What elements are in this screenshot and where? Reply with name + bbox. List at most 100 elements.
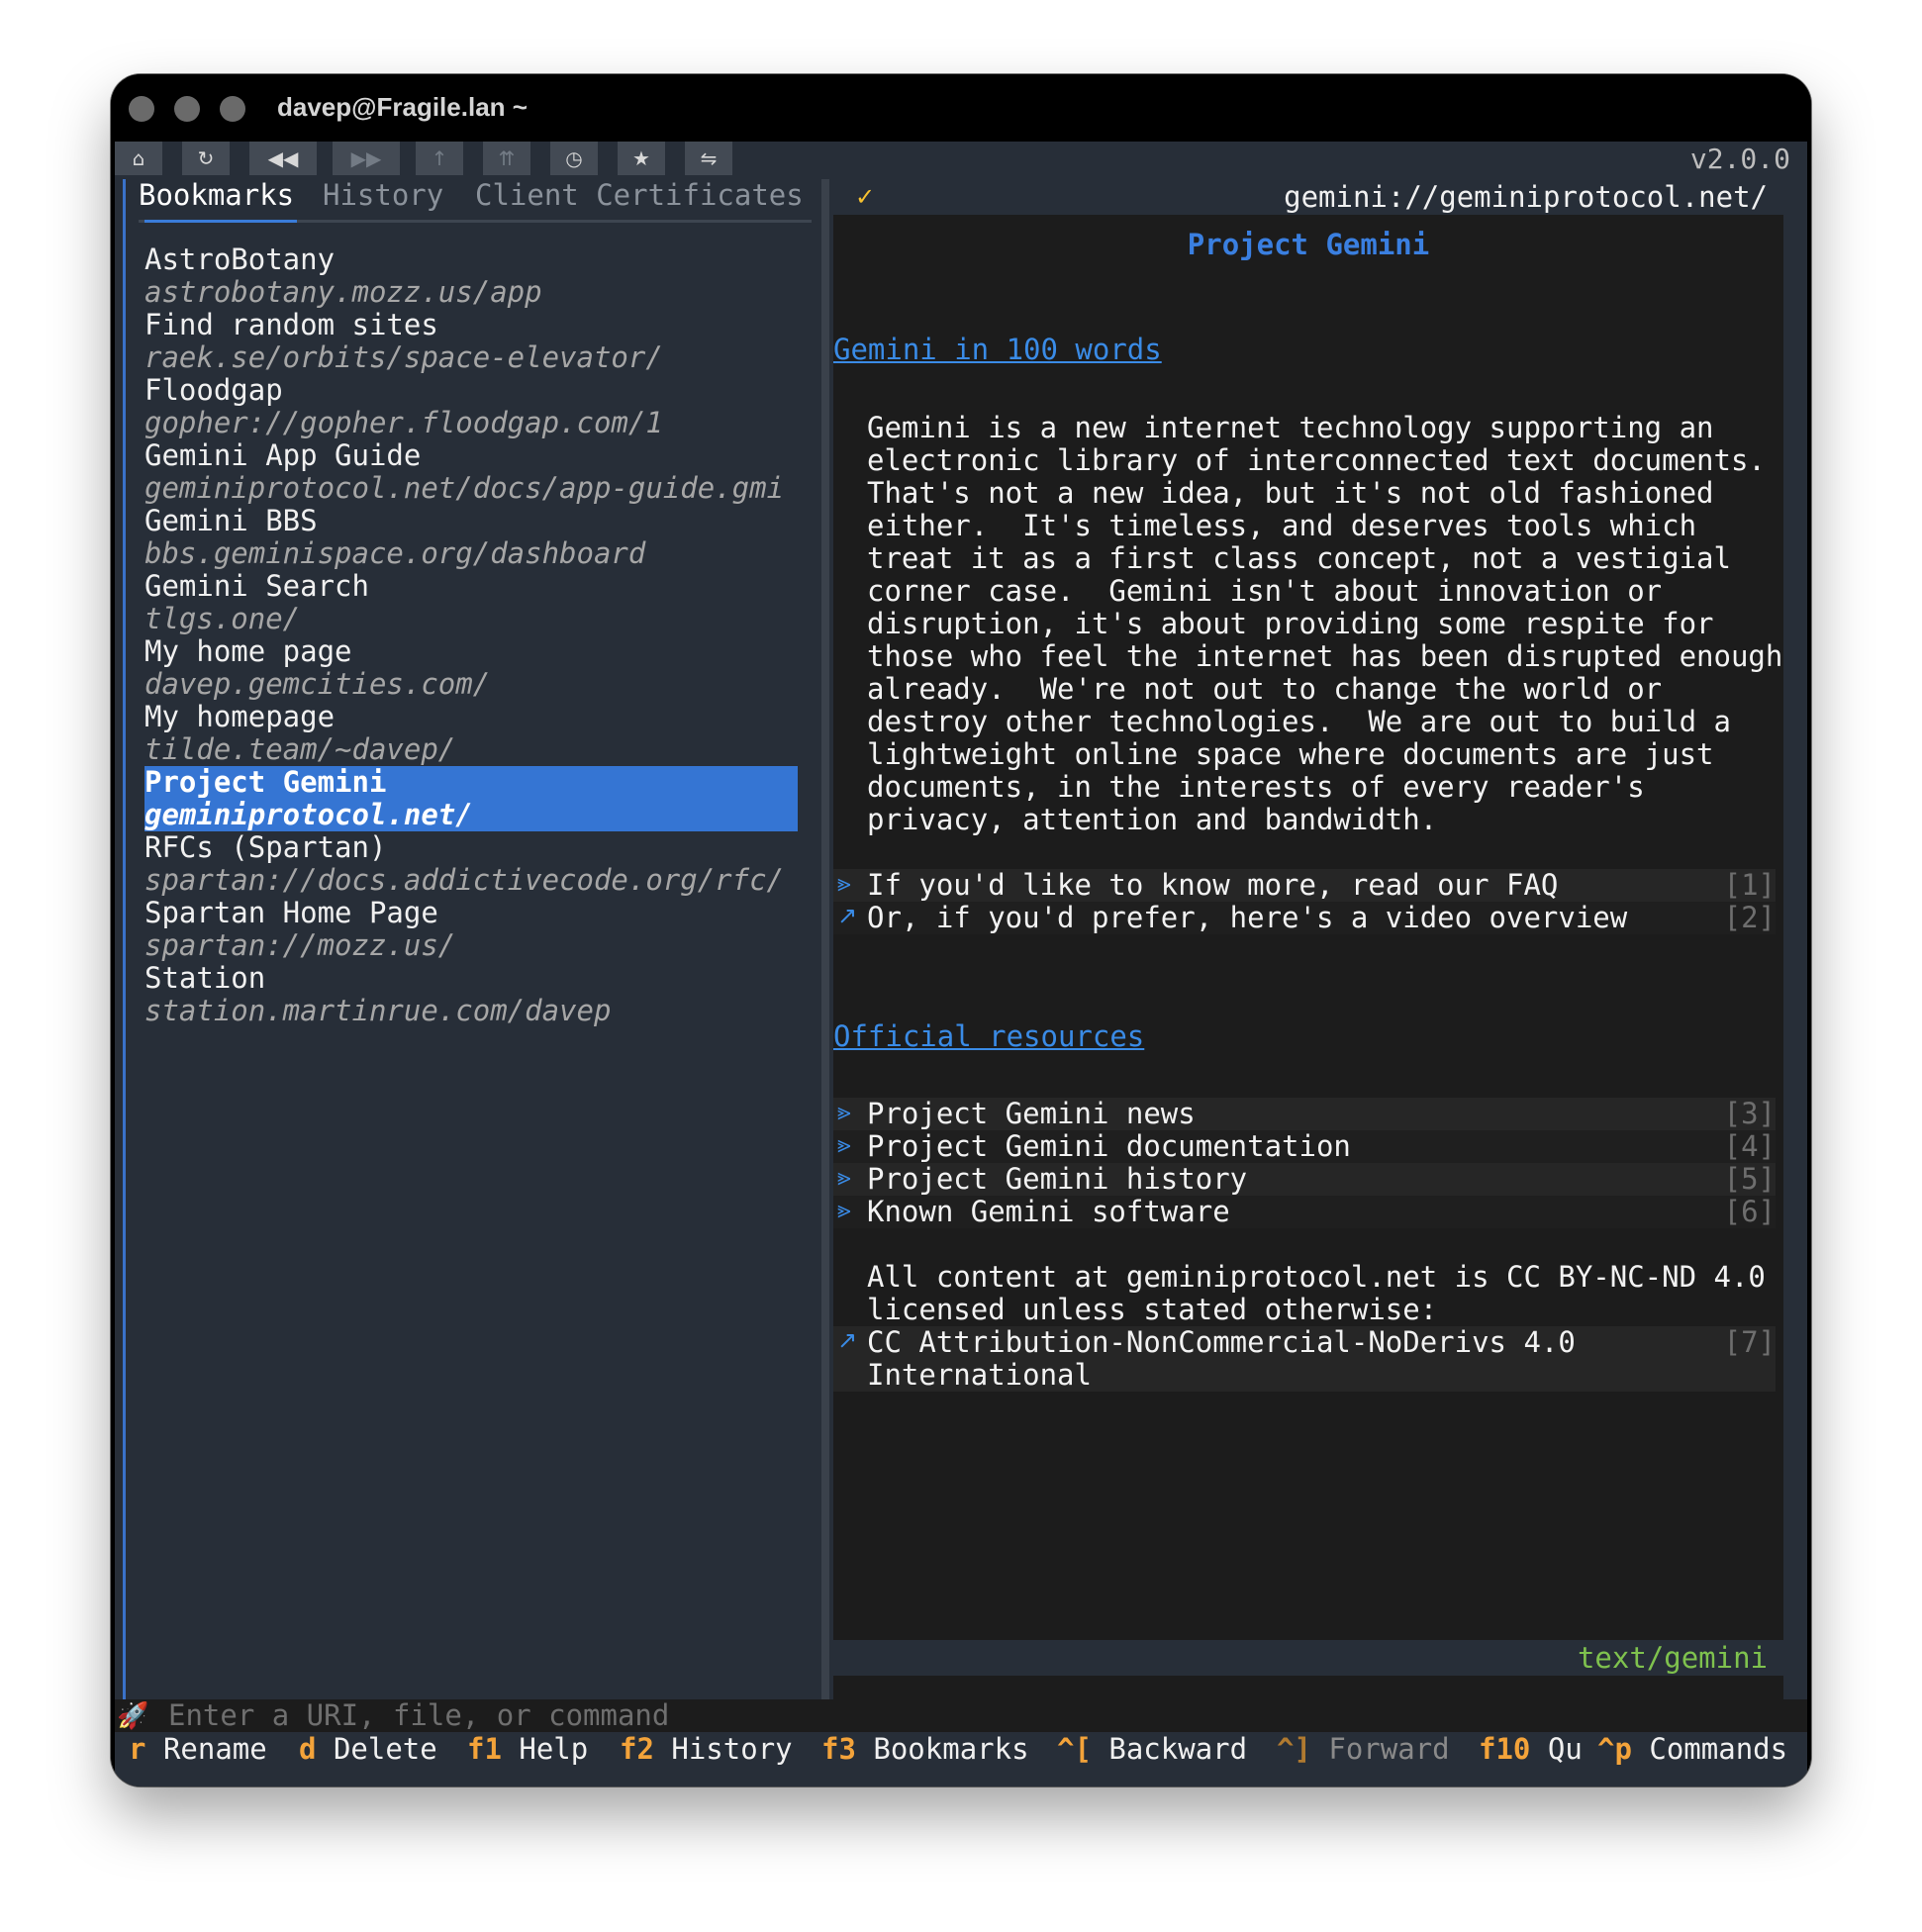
page-title: Project Gemini	[1187, 228, 1430, 261]
link-row[interactable]: ⪢ Known Gemini software [6]	[833, 1196, 1776, 1228]
footer-key-help[interactable]: f1 Help	[467, 1732, 588, 1767]
section-heading: Official resources	[833, 1019, 1145, 1053]
title-bar: davep@Fragile.lan ~	[111, 74, 1811, 142]
navigation-tabs: Bookmarks History Client Certificates	[139, 173, 831, 221]
bookmark-title: AstroBotany	[144, 242, 336, 276]
link-text: Or, if you'd prefer, here's a video over…	[867, 901, 1628, 934]
reload-icon[interactable]: ↻	[182, 142, 230, 175]
footer-key-bookmarks[interactable]: f3 Bookmarks	[821, 1732, 1029, 1767]
bookmark-item-selected[interactable]: Project Gemini geminiprotocol.net/	[144, 766, 798, 831]
current-url: gemini://geminiprotocol.net/	[1284, 180, 1768, 214]
document-viewer: ✓ gemini://geminiprotocol.net/ Project G…	[833, 179, 1783, 1699]
footer-key-quit[interactable]: f10 Qu	[1479, 1732, 1583, 1767]
paragraph-line: treat it as a first class concept, not a…	[867, 541, 1731, 575]
internal-link-icon: ⪢	[837, 1098, 851, 1125]
history-icon[interactable]: ◷	[550, 142, 598, 175]
link-row[interactable]: ⪢ Project Gemini news [3]	[833, 1098, 1776, 1130]
link-text: CC Attribution-NonCommercial-NoDerivs 4.…	[867, 1325, 1576, 1359]
bookmark-list[interactable]: AstroBotany astrobotany.mozz.us/app Find …	[144, 243, 798, 1027]
link-text: Known Gemini software	[867, 1195, 1230, 1228]
bookmark-title: Gemini Search	[144, 569, 369, 603]
command-input[interactable]: 🚀 Enter a URI, file, or command	[115, 1699, 1807, 1732]
link-number: [7]	[1723, 1325, 1776, 1359]
back-icon[interactable]: ◀◀	[249, 142, 317, 175]
toolbar: ⌂ ↻ ◀◀ ▶▶ ↑ ⇈ ◷ ★ ⇋ v2.0.0	[115, 142, 1807, 175]
internal-link-icon: ⪢	[837, 1163, 851, 1191]
bookmark-url: spartan://mozz.us/	[144, 928, 456, 962]
link-number: [3]	[1723, 1097, 1776, 1130]
pane-focus-border	[123, 179, 126, 1699]
bookmark-item[interactable]: Gemini App Guide geminiprotocol.net/docs/…	[144, 439, 798, 505]
bookmark-title: Spartan Home Page	[144, 896, 438, 929]
link-row[interactable]: ⪢ Project Gemini history [5]	[833, 1163, 1776, 1196]
bookmark-item[interactable]: Floodgap gopher://gopher.floodgap.com/1	[144, 374, 798, 439]
bookmark-url: geminiprotocol.net/docs/app-guide.gmi	[144, 471, 785, 505]
footer-key-rename[interactable]: r Rename	[129, 1732, 267, 1767]
rocket-icon: 🚀	[117, 1701, 149, 1731]
external-link-icon: ↗	[837, 902, 858, 929]
up-icon[interactable]: ↑	[416, 142, 463, 175]
link-text: Project Gemini news	[867, 1097, 1196, 1130]
root-icon[interactable]: ⇈	[483, 142, 530, 175]
bookmark-item[interactable]: Station station.martinrue.com/davep	[144, 962, 798, 1027]
footer-key-forward[interactable]: ^] Forward	[1277, 1732, 1450, 1767]
close-window-button[interactable]	[129, 96, 154, 122]
forward-icon[interactable]: ▶▶	[333, 142, 400, 175]
section-heading: Gemini in 100 words	[833, 333, 1162, 366]
paragraph-line: already. We're not out to change the wor…	[867, 672, 1663, 706]
link-row[interactable]: ↗ Or, if you'd prefer, here's a video ov…	[833, 902, 1776, 934]
bookmark-item[interactable]: Spartan Home Page spartan://mozz.us/	[144, 897, 798, 962]
zoom-window-button[interactable]	[220, 96, 245, 122]
internal-link-icon: ⪢	[837, 869, 851, 897]
bookmark-url: spartan://docs.addictivecode.org/rfc/	[144, 863, 785, 897]
bookmark-title: Gemini App Guide	[144, 438, 422, 472]
bookmark-title: RFCs (Spartan)	[144, 830, 387, 864]
paragraph-line: lightweight online space where documents…	[867, 737, 1714, 771]
paragraph-line: That's not a new idea, but it's not old …	[867, 476, 1714, 510]
link-number: [1]	[1723, 868, 1776, 902]
mime-bar: text/gemini	[833, 1640, 1783, 1676]
minimize-window-button[interactable]	[174, 96, 200, 122]
bookmark-item[interactable]: AstroBotany astrobotany.mozz.us/app	[144, 243, 798, 309]
mime-type: text/gemini	[1577, 1641, 1768, 1675]
bookmark-url: tilde.team/~davep/	[144, 732, 456, 766]
bookmark-url: astrobotany.mozz.us/app	[144, 275, 542, 309]
bookmark-item[interactable]: My homepage tilde.team/~davep/	[144, 701, 798, 766]
bookmark-item[interactable]: Find random sites raek.se/orbits/space-el…	[144, 309, 798, 374]
tab-history[interactable]: History	[323, 173, 443, 217]
footer-key-delete[interactable]: d Delete	[299, 1732, 437, 1767]
pane-splitter[interactable]	[821, 179, 829, 1699]
terminal-window: davep@Fragile.lan ~ ⌂ ↻ ◀◀ ▶▶ ↑ ⇈ ◷ ★ ⇋ …	[111, 74, 1811, 1787]
bookmark-title: Station	[144, 961, 266, 995]
toggle-icon[interactable]: ⇋	[685, 142, 732, 175]
link-number: [2]	[1723, 901, 1776, 934]
link-text: International	[867, 1358, 1092, 1392]
link-row[interactable]: ⪢ If you'd like to know more, read our F…	[833, 869, 1776, 902]
footer-key-backward[interactable]: ^[ Backward	[1057, 1732, 1247, 1767]
external-link-icon: ↗	[837, 1326, 858, 1354]
bookmark-url: tlgs.one/	[144, 602, 301, 635]
link-number: [4]	[1723, 1129, 1776, 1163]
bookmark-item[interactable]: Gemini BBS bbs.geminispace.org/dashboard	[144, 505, 798, 570]
tab-client-certificates[interactable]: Client Certificates	[475, 173, 804, 217]
bookmark-title: My home page	[144, 634, 352, 668]
internal-link-icon: ⪢	[837, 1130, 851, 1158]
window-title: davep@Fragile.lan ~	[277, 92, 528, 122]
bookmark-url: geminiprotocol.net/	[144, 798, 473, 831]
bookmark-icon[interactable]: ★	[618, 142, 665, 175]
bookmark-item[interactable]: My home page davep.gemcities.com/	[144, 635, 798, 701]
tab-bookmarks[interactable]: Bookmarks	[139, 173, 294, 217]
link-row[interactable]: ↗ CC Attribution-NonCommercial-NoDerivs …	[833, 1326, 1776, 1392]
bookmark-item[interactable]: RFCs (Spartan) spartan://docs.addictiveco…	[144, 831, 798, 897]
link-number: [5]	[1723, 1162, 1776, 1196]
footer-key-commands[interactable]: ^p Commands	[1597, 1732, 1787, 1767]
bookmark-item[interactable]: Gemini Search tlgs.one/	[144, 570, 798, 635]
footer-key-history[interactable]: f2 History	[620, 1732, 793, 1767]
bookmark-title: Find random sites	[144, 308, 438, 341]
bookmark-url: raek.se/orbits/space-elevator/	[144, 340, 663, 374]
link-row[interactable]: ⪢ Project Gemini documentation [4]	[833, 1130, 1776, 1163]
link-text: If you'd like to know more, read our FAQ	[867, 868, 1559, 902]
paragraph-line: destroy other technologies. We are out t…	[867, 705, 1731, 738]
version-label: v2.0.0	[1689, 143, 1790, 175]
home-icon[interactable]: ⌂	[115, 142, 162, 175]
